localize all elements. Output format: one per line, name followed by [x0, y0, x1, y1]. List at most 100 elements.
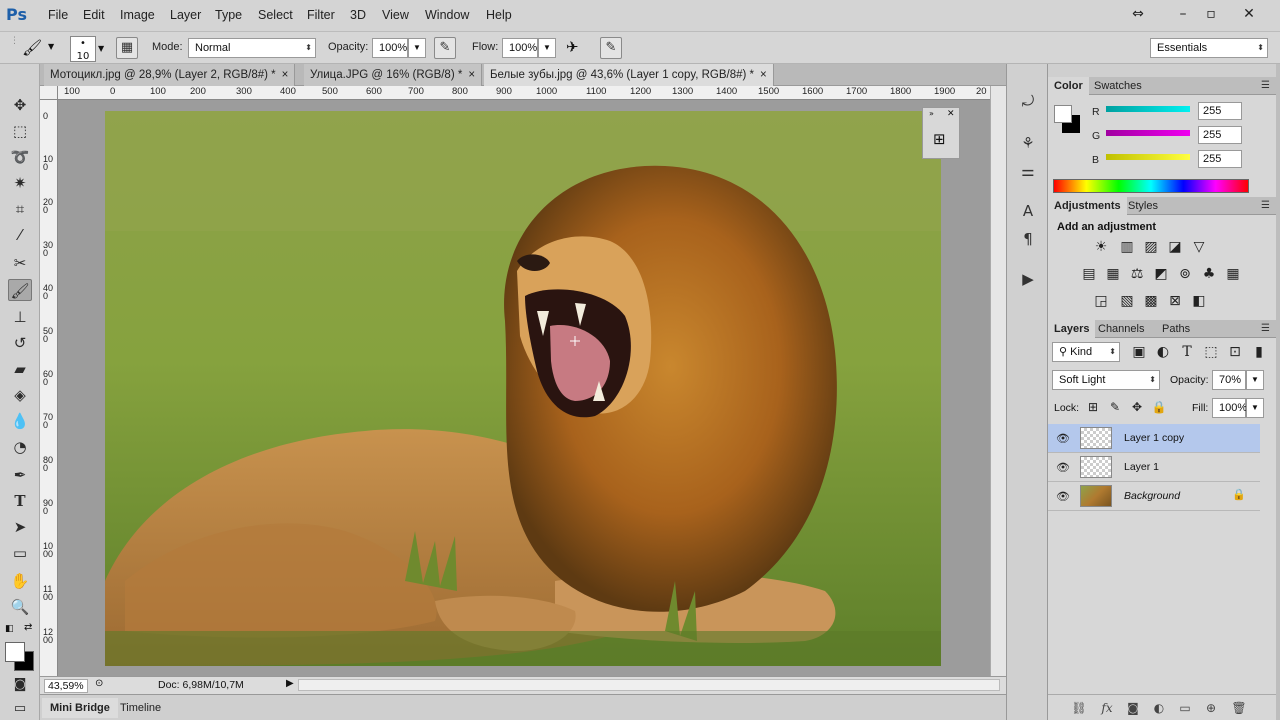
minimize-button[interactable]: –: [1172, 3, 1194, 25]
fill-dropdown[interactable]: ▼: [1246, 398, 1264, 418]
type-tool-icon[interactable]: T: [8, 490, 32, 512]
dodge-tool-icon[interactable]: ◔: [8, 436, 32, 458]
chevron-down-icon[interactable]: ▼: [48, 42, 54, 51]
layer-row-background[interactable]: 👁 Background 🔒: [1048, 482, 1260, 511]
brush-panel-toggle-icon[interactable]: ▦: [116, 37, 138, 59]
character-panel-icon[interactable]: A: [1017, 200, 1039, 222]
vibrance-icon[interactable]: ▤: [1080, 265, 1098, 283]
lion-photo[interactable]: [105, 111, 941, 666]
tab-white-teeth[interactable]: Белые зубы.jpg @ 43,6% (Layer 1 copy, RG…: [484, 64, 774, 86]
menu-3d[interactable]: 3D: [350, 8, 366, 22]
visibility-eye-icon[interactable]: 👁: [1056, 461, 1070, 474]
brightness-icon[interactable]: ☀: [1092, 238, 1110, 256]
hue-saturation-icon[interactable]: ▦: [1104, 265, 1122, 283]
levels-icon[interactable]: ▥: [1118, 238, 1136, 256]
brush-tool-icon[interactable]: 🖌: [8, 279, 32, 301]
g-slider[interactable]: [1106, 130, 1190, 136]
menu-view[interactable]: View: [382, 8, 409, 22]
quick-mask-icon[interactable]: ◙: [8, 674, 32, 696]
vertical-scrollbar[interactable]: [990, 86, 1006, 676]
menu-window[interactable]: Window: [425, 8, 469, 22]
flow-dropdown[interactable]: ▼: [538, 38, 556, 58]
airbrush-icon[interactable]: ✈: [566, 38, 579, 56]
blur-tool-icon[interactable]: 💧: [8, 410, 32, 432]
brush-tool-preset-icon[interactable]: 🖌: [22, 38, 42, 57]
tab-channels[interactable]: Channels: [1092, 320, 1150, 338]
hand-tool-icon[interactable]: ✋: [8, 570, 32, 592]
new-adjustment-layer-icon[interactable]: ◐: [1150, 699, 1168, 717]
menu-image[interactable]: Image: [120, 8, 155, 22]
layer-style-icon[interactable]: fx: [1098, 699, 1116, 717]
tab-paths[interactable]: Paths: [1156, 320, 1196, 338]
history-panel-icon[interactable]: ⤾: [1017, 90, 1039, 112]
maximize-button[interactable]: ▫: [1200, 3, 1222, 25]
exposure-icon[interactable]: ◪: [1166, 238, 1184, 256]
gradient-map-icon[interactable]: ◧: [1190, 292, 1208, 310]
brush-size-picker[interactable]: • 10: [70, 36, 96, 62]
filter-toggle-icon[interactable]: ▮: [1250, 343, 1268, 361]
curves-icon[interactable]: ▨: [1142, 238, 1160, 256]
b-value[interactable]: 255: [1198, 150, 1242, 168]
menu-select[interactable]: Select: [258, 8, 293, 22]
layer-row-layer-1-copy[interactable]: 👁 Layer 1 copy: [1048, 424, 1260, 453]
close-button[interactable]: ✕: [1238, 3, 1260, 25]
photo-filter-icon[interactable]: ⊚: [1176, 265, 1194, 283]
tab-layers[interactable]: Layers: [1048, 320, 1096, 338]
move-tool-icon[interactable]: ✥: [8, 94, 32, 116]
invert-icon[interactable]: ◲: [1092, 292, 1110, 310]
lock-transparent-icon[interactable]: ⊞: [1084, 398, 1102, 416]
export-icon[interactable]: ⊙: [95, 678, 103, 689]
tab-motorcycle[interactable]: Мотоцикл.jpg @ 28,9% (Layer 2, RGB/8#) *…: [44, 64, 296, 86]
chevron-down-icon[interactable]: ▼: [98, 44, 104, 53]
screen-mode-icon[interactable]: ▭: [8, 698, 32, 720]
tab-swatches[interactable]: Swatches: [1088, 77, 1148, 95]
status-menu-arrow-icon[interactable]: ▶: [286, 678, 294, 689]
selective-color-icon[interactable]: ⊠: [1166, 292, 1184, 310]
menu-layer[interactable]: Layer: [170, 8, 201, 22]
paragraph-panel-icon[interactable]: ¶: [1017, 228, 1039, 250]
b-slider[interactable]: [1106, 154, 1190, 160]
color-spectrum[interactable]: [1053, 179, 1249, 193]
healing-brush-tool-icon[interactable]: ✂: [8, 252, 32, 274]
gradient-triangle-icon[interactable]: ▽: [1190, 238, 1208, 256]
lock-position-icon[interactable]: ✥: [1128, 398, 1146, 416]
filter-shape-icon[interactable]: ⬚: [1202, 343, 1220, 361]
tab-timeline[interactable]: Timeline: [112, 698, 169, 718]
pen-tool-icon[interactable]: ✒: [8, 464, 32, 486]
crop-tool-icon[interactable]: ⌗: [8, 198, 32, 220]
clone-stamp-tool-icon[interactable]: ⊥: [8, 306, 32, 328]
menu-help[interactable]: Help: [486, 8, 512, 22]
foreground-color-swatch[interactable]: [5, 642, 25, 662]
panel-menu-icon[interactable]: ☰: [1261, 200, 1270, 211]
link-layers-icon[interactable]: ⛓: [1070, 699, 1088, 717]
color-fg-swatch[interactable]: [1054, 105, 1072, 123]
tab-color[interactable]: Color: [1048, 77, 1089, 95]
tab-close-icon[interactable]: ×: [760, 69, 767, 81]
visibility-eye-icon[interactable]: 👁: [1056, 490, 1070, 503]
panel-menu-icon[interactable]: ☰: [1261, 80, 1270, 91]
black-white-icon[interactable]: ◩: [1152, 265, 1170, 283]
menu-type[interactable]: Type: [215, 8, 242, 22]
posterize-icon[interactable]: ▧: [1118, 292, 1136, 310]
lock-pixels-icon[interactable]: ✎: [1106, 398, 1124, 416]
layer-row-layer-1[interactable]: 👁 Layer 1: [1048, 453, 1260, 482]
filter-type-icon[interactable]: T: [1178, 343, 1196, 361]
r-slider[interactable]: [1106, 106, 1190, 112]
filter-pixel-icon[interactable]: ▣: [1130, 343, 1148, 361]
rectangle-tool-icon[interactable]: ▭: [8, 542, 32, 564]
visibility-eye-icon[interactable]: 👁: [1056, 432, 1070, 445]
layer-kind-filter[interactable]: ⚲ Kind ⬍: [1052, 342, 1120, 362]
close-panel-icon[interactable]: ✕: [947, 109, 955, 119]
swap-colors-icon[interactable]: ⇄: [24, 622, 32, 633]
opacity-dropdown[interactable]: ▼: [408, 38, 426, 58]
horizontal-scrollbar[interactable]: [298, 679, 1000, 691]
actions-panel-icon[interactable]: ▶: [1017, 268, 1039, 290]
mode-select[interactable]: Normal ⬍: [188, 38, 316, 58]
quick-selection-tool-icon[interactable]: ✷: [8, 172, 32, 194]
blend-mode-select[interactable]: Soft Light ⬍: [1052, 370, 1160, 390]
panel-menu-icon[interactable]: ☰: [1261, 323, 1270, 334]
tab-adjustments[interactable]: Adjustments: [1048, 197, 1127, 215]
path-selection-tool-icon[interactable]: ➤: [8, 516, 32, 538]
tab-street[interactable]: Улица.JPG @ 16% (RGB/8) * ×: [304, 64, 483, 86]
g-value[interactable]: 255: [1198, 126, 1242, 144]
